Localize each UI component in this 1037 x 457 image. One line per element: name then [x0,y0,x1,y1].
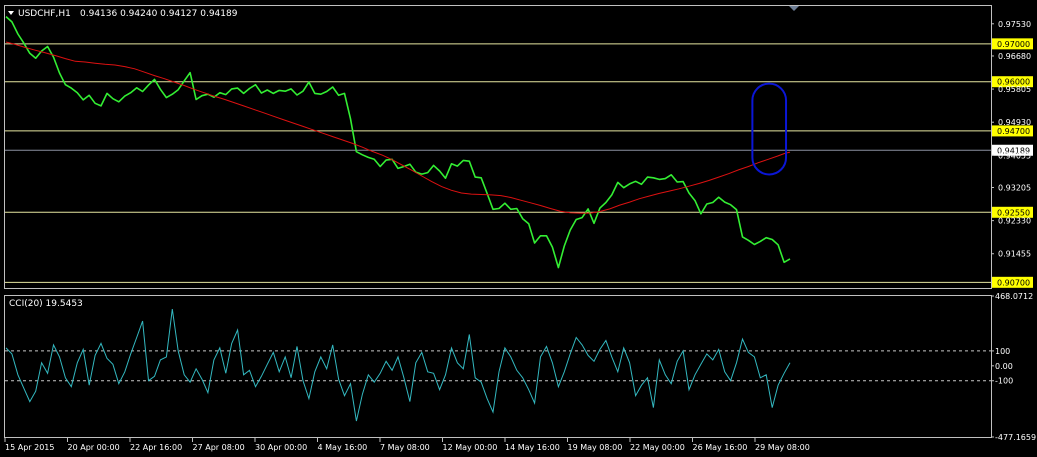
time-tick-label: 22 May 00:00 [630,443,685,452]
cci-title: CCI(20) 19.5453 [9,299,83,309]
cci-y-tick-label: 468.0712 [995,292,1033,301]
level-label-text: 0.94700 [997,127,1030,136]
level-price-label: 0.97000 [992,38,1033,50]
time-tick-label: 29 May 08:00 [755,443,810,452]
price-y-tick-label: 0.94055 [998,151,1031,160]
chart-canvas: 0.970000.960000.947000.925500.907000.941… [0,0,1037,457]
price-chart-ohlc: 0.94136 0.94240 0.94127 0.94189 [80,9,238,19]
time-tick-label: 14 May 16:00 [505,443,560,452]
level-price-label: 0.90700 [992,276,1033,288]
price-y-tick-label: 0.96680 [998,52,1031,61]
price-y-tick-label: 0.95805 [998,85,1031,94]
price-y-tick-label: 0.91455 [998,250,1031,259]
time-tick-label: 19 May 08:00 [568,443,623,452]
chart-background [0,0,1037,457]
time-tick-label: 7 May 08:00 [380,443,430,452]
time-tick-label: 30 Apr 00:00 [255,443,307,452]
price-chart-title: USDCHF,H1 [18,9,71,19]
price-y-tick-label: 0.94930 [998,118,1031,127]
time-tick-label: 27 Apr 08:00 [193,443,245,452]
time-tick-label: 4 May 16:00 [318,443,368,452]
time-tick-label: 22 Apr 16:00 [130,443,182,452]
cci-y-tick-label: 0.00 [995,362,1013,371]
time-tick-label: 20 Apr 00:00 [68,443,120,452]
level-label-text: 0.97000 [997,40,1030,49]
price-y-tick-label: 0.97530 [998,20,1031,29]
cci-y-tick-label: -477.1659 [995,433,1036,442]
time-tick-label: 26 May 16:00 [693,443,748,452]
level-label-text: 0.90700 [997,278,1030,287]
time-tick-label: 15 Apr 2015 [5,443,54,452]
cci-y-tick-label: -100 [995,377,1013,386]
time-tick-label: 12 May 00:00 [443,443,498,452]
price-y-tick-label: 0.92330 [998,217,1031,226]
cci-y-tick-label: 100 [995,347,1010,356]
price-y-tick-label: 0.93205 [998,184,1031,193]
